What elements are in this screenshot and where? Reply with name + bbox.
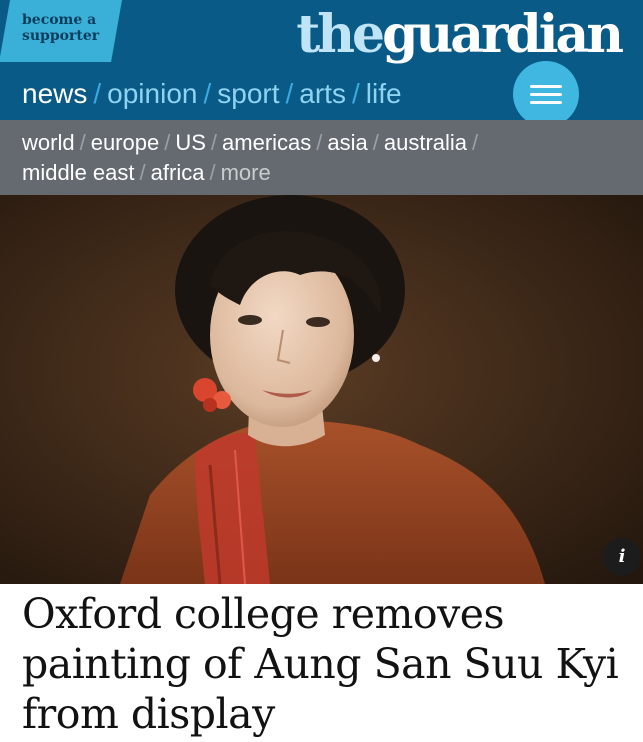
pillar-divider: /	[203, 78, 212, 109]
pillar-divider: /	[93, 78, 102, 109]
subnav-asia[interactable]: asia	[327, 130, 367, 155]
pillar-life[interactable]: life	[366, 78, 402, 110]
portrait-painting-illustration	[0, 195, 643, 584]
subnav-divider: /	[209, 160, 216, 185]
pillar-divider: /	[285, 78, 294, 109]
pillar-arts[interactable]: arts	[299, 78, 346, 110]
hamburger-menu-icon	[530, 101, 562, 104]
subnav-divider: /	[472, 130, 479, 155]
subnav-middle-east[interactable]: middle east	[22, 160, 135, 185]
guardian-logo[interactable]: theguardian	[296, 0, 624, 70]
subnav-divider: /	[210, 130, 218, 155]
subnav-divider: /	[316, 130, 323, 155]
section-subnav: world / europe / US / americas / asia / australia /…	[0, 120, 643, 195]
subnav-more[interactable]: more	[221, 160, 271, 185]
subnav-europe[interactable]: europe	[91, 130, 160, 155]
pillar-nav: news / opinion / sport / arts / life	[22, 74, 402, 114]
subnav-australia[interactable]: australia	[384, 130, 467, 155]
image-info-button[interactable]: i	[603, 538, 641, 576]
logo-the: the	[296, 4, 385, 65]
site-header: become a supporter theguardian news / op…	[0, 0, 643, 127]
subnav-americas[interactable]: americas	[222, 130, 311, 155]
hamburger-menu-icon	[530, 85, 562, 88]
logo-guardian: guardian	[382, 4, 624, 65]
article-headline: Oxford college removes painting of Aung …	[22, 590, 619, 738]
pillar-news[interactable]: news	[22, 78, 87, 110]
subnav-divider: /	[139, 160, 146, 185]
subnav-divider: /	[372, 130, 379, 155]
pillar-sport[interactable]: sport	[217, 78, 279, 110]
subnav-divider: /	[164, 130, 171, 155]
subnav-world[interactable]: world	[22, 130, 75, 155]
hero-image-portrait-painting	[0, 195, 643, 584]
pillar-opinion[interactable]: opinion	[107, 78, 197, 110]
become-supporter-link[interactable]: become a supporter	[22, 12, 112, 44]
menu-button[interactable]	[513, 61, 579, 127]
pillar-divider: /	[351, 78, 360, 109]
subnav-divider: /	[79, 130, 86, 155]
subnav-africa[interactable]: africa	[151, 160, 205, 185]
hamburger-menu-icon	[530, 93, 562, 96]
subnav-us[interactable]: US	[175, 130, 206, 155]
